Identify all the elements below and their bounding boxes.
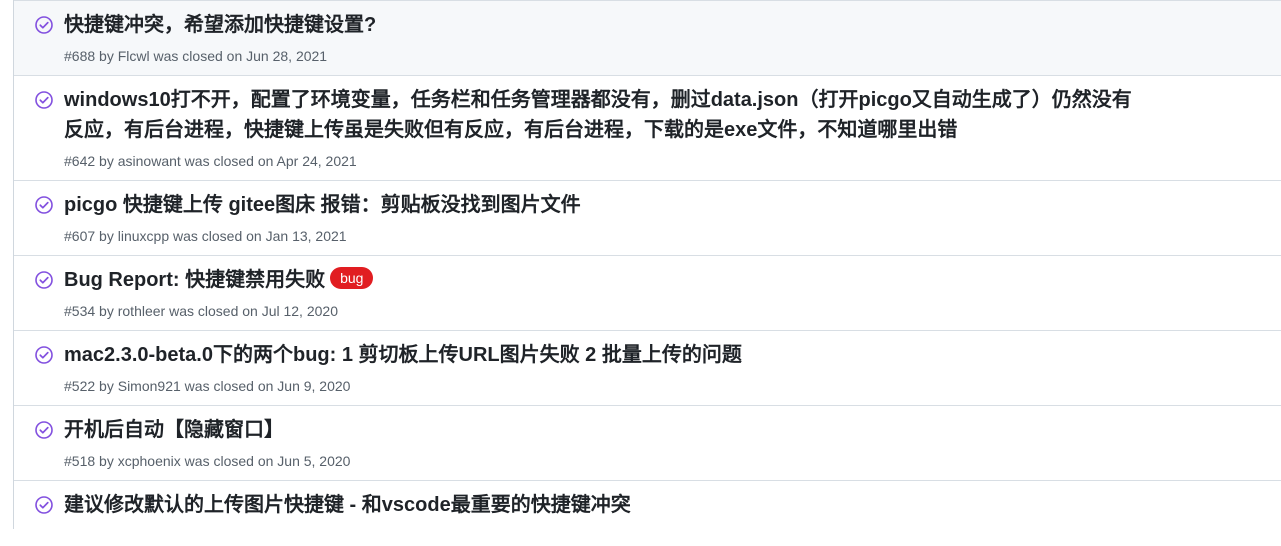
meta-by-text: by [99,453,114,469]
issue-closed-icon [35,196,53,214]
issue-closed-date: Apr 24, 2021 [276,153,357,169]
issue-number: #534 [64,303,96,319]
meta-status-text: was closed on [184,378,274,394]
meta-status-text: was closed on [173,228,262,244]
issue-closed-date: Jan 13, 2021 [265,228,347,244]
issue-number: #642 [64,153,96,169]
bug-label[interactable]: bug [330,267,374,289]
issue-closed-icon [35,271,53,289]
issue-title-link[interactable]: 开机后自动【隐藏窗口】 [64,419,284,441]
issue-title-link[interactable]: 建议修改默认的上传图片快捷键 - 和vscode最重要的快捷键冲突 [64,494,631,516]
issue-closed-icon [35,91,53,109]
meta-by-text: by [99,303,114,319]
meta-status-text: was closed on [169,303,258,319]
issue-number: #607 [64,228,96,244]
issue-meta: #688 by Flcwl was closed on Jun 28, 2021 [64,46,1265,66]
issue-row[interactable]: mac2.3.0-beta.0下的两个bug: 1 剪切板上传URL图片失败 2… [14,330,1281,405]
issue-meta: #642 by asinowant was closed on Apr 24, … [64,151,1265,171]
issue-number: #518 [64,453,96,469]
issue-closed-icon [35,421,53,439]
meta-status-text: was closed on [153,48,243,64]
issue-row[interactable]: 建议修改默认的上传图片快捷键 - 和vscode最重要的快捷键冲突 [14,480,1281,529]
issue-number: #522 [64,378,96,394]
meta-by-text: by [99,48,114,64]
issue-row[interactable]: 快捷键冲突，希望添加快捷键设置? #688 by Flcwl was close… [14,0,1281,75]
issue-title-link[interactable]: mac2.3.0-beta.0下的两个bug: 1 剪切板上传URL图片失败 2… [64,344,742,366]
issue-row[interactable]: 开机后自动【隐藏窗口】 #518 by xcphoenix was closed… [14,405,1281,480]
issue-row[interactable]: picgo 快捷键上传 gitee图床 报错：剪贴板没找到图片文件 #607 b… [14,180,1281,255]
issue-author-link[interactable]: asinowant [118,153,181,169]
issue-closed-date: Jun 28, 2021 [246,48,328,64]
issue-title-link[interactable]: windows10打不开，配置了环境变量，任务栏和任务管理器都没有，删过data… [64,89,1132,141]
issue-meta: #607 by linuxcpp was closed on Jan 13, 2… [64,226,1265,246]
issue-closed-date: Jun 5, 2020 [277,453,351,469]
issue-closed-date: Jun 9, 2020 [277,378,351,394]
issue-author-link[interactable]: rothleer [118,303,165,319]
meta-by-text: by [99,153,114,169]
issue-title-link[interactable]: picgo 快捷键上传 gitee图床 报错：剪贴板没找到图片文件 [64,194,581,216]
issue-closed-icon [35,496,53,514]
issue-list: 快捷键冲突，希望添加快捷键设置? #688 by Flcwl was close… [13,0,1281,529]
issue-closed-icon [35,16,53,34]
meta-status-text: was closed on [184,153,274,169]
issue-title-link[interactable]: Bug Report: 快捷键禁用失败 [64,269,325,291]
issue-title-link[interactable]: 快捷键冲突，希望添加快捷键设置? [64,14,376,36]
issue-author-link[interactable]: Simon921 [118,378,181,394]
issue-row[interactable]: windows10打不开，配置了环境变量，任务栏和任务管理器都没有，删过data… [14,75,1281,180]
issue-number: #688 [64,48,96,64]
issue-author-link[interactable]: Flcwl [118,48,150,64]
issue-row[interactable]: Bug Report: 快捷键禁用失败 bug #534 by rothleer … [14,255,1281,330]
meta-status-text: was closed on [184,453,274,469]
issue-meta: #518 by xcphoenix was closed on Jun 5, 2… [64,451,1265,471]
meta-by-text: by [99,228,114,244]
issue-closed-icon [35,346,53,364]
issue-meta: #534 by rothleer was closed on Jul 12, 2… [64,301,1265,321]
issue-meta: #522 by Simon921 was closed on Jun 9, 20… [64,376,1265,396]
issue-closed-date: Jul 12, 2020 [261,303,338,319]
issue-author-link[interactable]: linuxcpp [118,228,169,244]
issue-author-link[interactable]: xcphoenix [118,453,181,469]
meta-by-text: by [99,378,114,394]
